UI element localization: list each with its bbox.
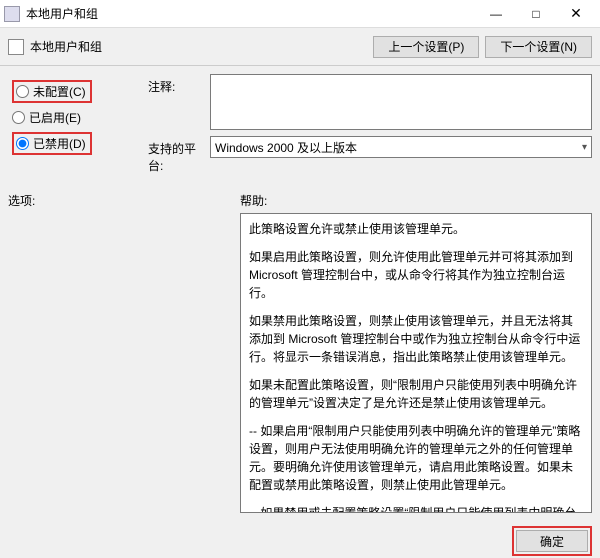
radio-enabled[interactable] xyxy=(12,111,25,124)
ok-button[interactable]: 确定 xyxy=(516,530,588,552)
next-setting-button[interactable]: 下一个设置(N) xyxy=(485,36,592,58)
window-icon xyxy=(4,6,20,22)
help-textarea[interactable]: 此策略设置允许或禁止使用该管理单元。 如果启用此策略设置，则允许使用此管理单元并… xyxy=(240,213,592,513)
comment-label: 注释: xyxy=(148,74,210,130)
radio-not-configured-label: 未配置(C) xyxy=(33,83,86,100)
chevron-down-icon: ▾ xyxy=(582,142,587,153)
help-paragraph: 此策略设置允许或禁止使用该管理单元。 xyxy=(249,220,583,238)
radio-enabled-label: 已启用(E) xyxy=(29,109,81,126)
close-button[interactable]: ✕ xyxy=(556,2,596,26)
window-title: 本地用户和组 xyxy=(26,5,476,22)
maximize-button[interactable]: □ xyxy=(516,2,556,26)
radio-not-configured[interactable] xyxy=(16,85,29,98)
previous-setting-button[interactable]: 上一个设置(P) xyxy=(373,36,479,58)
policy-title: 本地用户和组 xyxy=(30,38,367,55)
help-label: 帮助: xyxy=(240,192,267,209)
help-paragraph: 如果未配置此策略设置，则“限制用户只能使用列表中明确允许的管理单元”设置决定了是… xyxy=(249,376,583,412)
comment-textarea[interactable] xyxy=(210,74,592,130)
platform-select[interactable]: Windows 2000 及以上版本 ▾ xyxy=(210,136,592,158)
help-paragraph: -- 如果启用“限制用户只能使用列表中明确允许的管理单元”策略设置，则用户无法使… xyxy=(249,422,583,494)
policy-icon xyxy=(8,39,24,55)
radio-disabled-label: 已禁用(D) xyxy=(33,135,86,152)
options-label: 选项: xyxy=(8,192,240,209)
minimize-button[interactable]: — xyxy=(476,2,516,26)
radio-disabled[interactable] xyxy=(16,137,29,150)
help-paragraph: 如果启用此策略设置，则允许使用此管理单元并可将其添加到 Microsoft 管理… xyxy=(249,248,583,302)
platform-value: Windows 2000 及以上版本 xyxy=(215,139,357,156)
help-paragraph: -- 如果禁用或未配置策略设置“限制用户只能使用列表中明确允许的管理单元”，则用… xyxy=(249,504,583,513)
help-paragraph: 如果禁用此策略设置，则禁止使用该管理单元，并且无法将其添加到 Microsoft… xyxy=(249,312,583,366)
platform-label: 支持的平台: xyxy=(148,136,210,174)
